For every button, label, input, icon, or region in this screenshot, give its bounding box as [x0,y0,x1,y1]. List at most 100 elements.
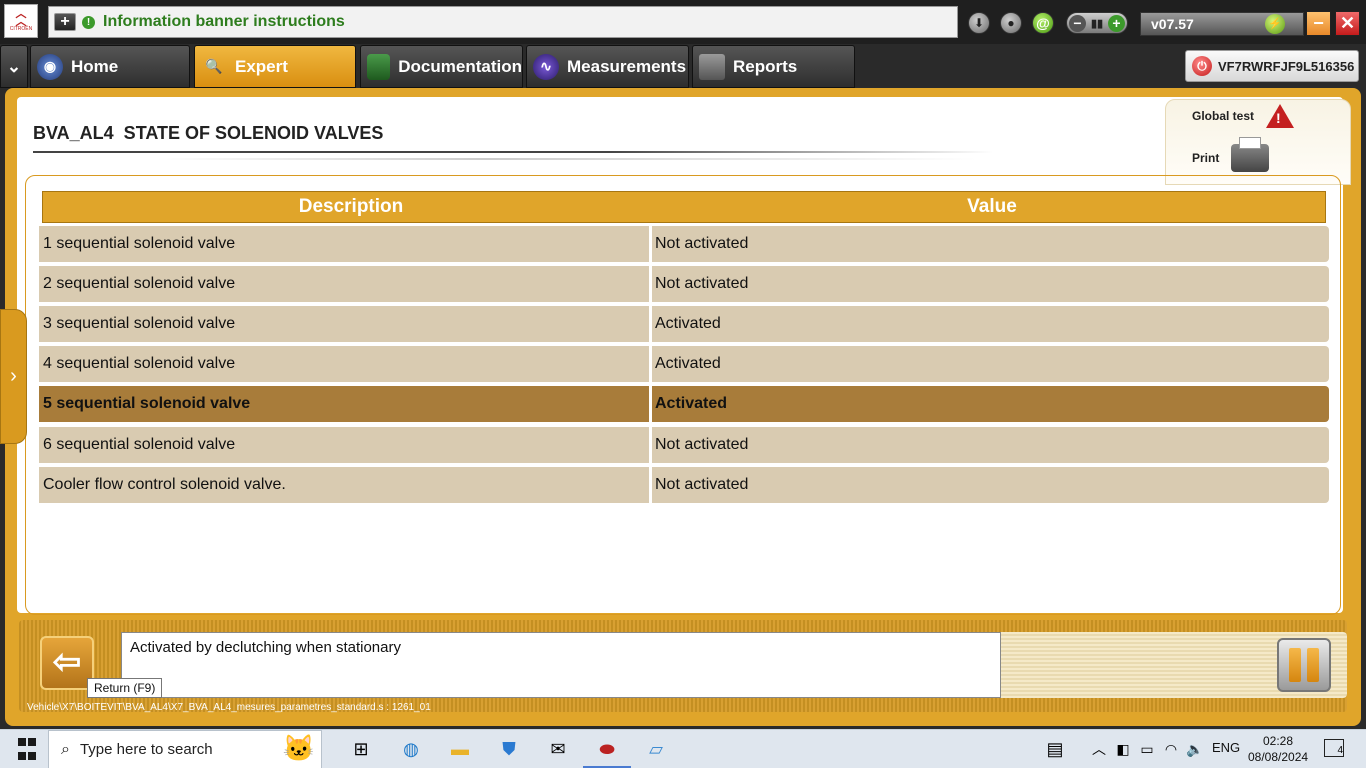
pause-icon-right-bar [1307,648,1319,682]
global-test-label: Global test [1192,109,1255,123]
update-icon[interactable]: ⚡ [1265,14,1285,34]
print-button[interactable]: Print [1192,137,1270,172]
nav-dropdown-button[interactable]: ⌄ [0,45,28,88]
waveform-icon: ∿ [533,53,559,80]
table-row[interactable]: 4 sequential solenoid valve Activated [39,346,1329,382]
script-path: Vehicle\X7\BOITEVIT\BVA_AL4\X7_BVA_AL4_m… [27,702,431,713]
bottom-bar: ⇦ Activated by declutching when stationa… [19,620,1347,713]
tab-documentation[interactable]: Documentation [360,45,523,88]
clock-time: 02:28 [1262,734,1294,748]
global-test-button[interactable]: Global test ! [1192,104,1295,128]
meet-icon[interactable]: ◧ [1110,736,1136,762]
start-button[interactable] [14,736,40,762]
file-explorer-icon[interactable]: ▬ [447,736,473,762]
news-widget-icon[interactable]: ▤ [1042,736,1068,762]
clock-date: 08/08/2024 [1248,750,1309,764]
tab-home-label: Home [71,56,119,76]
chevron-down-icon: ⌄ [6,56,22,76]
row-description: 5 sequential solenoid valve [39,386,649,422]
tab-measurements-label: Measurements [567,56,687,76]
zoom-level-icon: ▮▮ [1090,17,1104,30]
battery-icon[interactable]: ▭ [1134,736,1160,762]
side-panel-toggle[interactable]: › [0,309,27,444]
tab-documentation-label: Documentation [398,56,522,76]
table-row[interactable]: 1 sequential solenoid valve Not activate… [39,226,1329,262]
power-icon: ⏻ [1192,56,1212,76]
book-icon [367,53,391,80]
row-value: Not activated [652,427,1329,463]
column-header-value: Value [967,196,1017,217]
page-title: BVA_AL4 STATE OF SOLENOID VALVES [33,123,384,143]
close-button[interactable]: ✕ [1335,11,1360,36]
system-clock[interactable]: 02:28 08/08/2024 [1248,733,1308,765]
table-row[interactable]: 2 sequential solenoid valve Not activate… [39,266,1329,302]
zoom-control[interactable]: − ▮▮ + [1066,12,1128,34]
return-tooltip: Return (F9) [87,678,163,698]
expand-banner-button[interactable]: + [54,13,76,31]
title-divider [33,151,993,153]
main-navigation: ⌄ ◉ Home 🔍 Expert Documentation ∿ Measur… [0,44,1366,90]
app-shortcut-icon[interactable]: ▱ [643,736,669,762]
chevron-right-icon: › [10,365,17,387]
tab-reports[interactable]: Reports [692,45,855,88]
vehicle-vin-button[interactable]: ⏻ VF7RWRFJF9L516356 [1185,50,1359,82]
store-icon[interactable]: ⛊ [496,736,522,762]
notification-center-button[interactable]: 4 [1324,739,1344,757]
download-icon[interactable]: ⬇ [968,12,990,34]
table-row-selected[interactable]: 5 sequential solenoid valve Activated [39,386,1329,422]
table-row[interactable]: 6 sequential solenoid valve Not activate… [39,427,1329,463]
version-label: v07.57 [1151,16,1194,32]
row-description: 3 sequential solenoid valve [39,306,649,342]
return-button[interactable]: ⇦ [40,636,94,690]
version-display: v07.57 ⚡ [1140,12,1304,36]
table-row[interactable]: Cooler flow control solenoid valve. Not … [39,467,1329,503]
info-icon: ! [82,15,95,29]
user-icon[interactable]: ● [1000,12,1022,34]
row-value: Not activated [652,266,1329,302]
minimize-button[interactable]: − [1306,11,1331,36]
side-actions-panel: Global test ! Print [1165,99,1351,185]
tab-home[interactable]: ◉ Home [30,45,190,88]
row-description: 4 sequential solenoid valve [39,346,649,382]
row-value: Activated [652,386,1329,422]
row-value: Activated [652,346,1329,382]
magnifier-icon: 🔍 [205,58,223,74]
brand-name: CITROËN [9,26,33,32]
chevron-logo-icon: ︿ ︿ [15,8,27,28]
mail-icon[interactable]: ✉ [545,736,571,762]
table-row[interactable]: 3 sequential solenoid valve Activated [39,306,1329,342]
edge-browser-icon[interactable]: ◍ [398,736,424,762]
zoom-in-icon[interactable]: + [1107,14,1125,32]
chevron-up-icon[interactable]: ︿ [1086,736,1112,762]
values-table: Description Value 1 sequential solenoid … [25,175,1341,615]
tab-measurements[interactable]: ∿ Measurements [526,45,689,88]
language-indicator[interactable]: ENG [1212,740,1240,755]
tab-expert-label: Expert [235,56,288,76]
zoom-out-icon[interactable]: − [1069,14,1086,32]
print-label: Print [1192,151,1220,165]
volume-icon[interactable]: 🔈 [1182,736,1208,762]
wifi-icon[interactable]: ◠ [1158,736,1184,762]
row-value: Not activated [652,467,1329,503]
vin-label: VF7RWRFJF9L516356 [1218,58,1355,74]
brand-logo: ︿ ︿ CITROËN [4,4,38,38]
title-divider-secondary [157,158,977,160]
top-bar: ︿ ︿ CITROËN + ! Information banner instru… [0,0,1366,44]
content-panel: BVA_AL4 STATE OF SOLENOID VALVES Global … [17,97,1351,615]
pause-icon-left-bar [1289,648,1301,682]
pause-button[interactable] [1277,638,1331,692]
row-description: Cooler flow control solenoid valve. [39,467,649,503]
row-value: Activated [652,306,1329,342]
cat-illustration-icon: 🐱 [282,733,315,763]
row-value: Not activated [652,226,1329,262]
email-icon[interactable]: @ [1032,12,1054,34]
help-text-box: Activated by declutching when stationary [121,632,1001,698]
diagnostic-app-icon[interactable]: ⬬ [594,736,620,762]
arrow-left-icon: ⇦ [52,643,82,681]
tab-reports-label: Reports [733,56,798,76]
tab-expert[interactable]: 🔍 Expert [194,45,356,88]
task-view-icon[interactable]: ⊞ [348,736,374,762]
search-placeholder: Type here to search [79,741,213,758]
warning-icon: ! [1266,104,1295,128]
taskbar-search-box[interactable]: ⌕ Type here to search 🐱 [48,730,322,768]
